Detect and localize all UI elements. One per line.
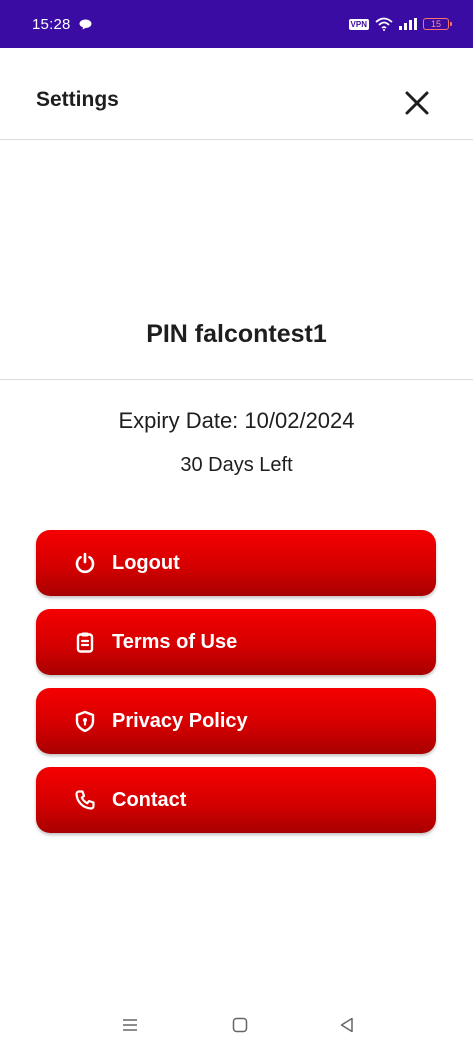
expiry-date: Expiry Date: 10/02/2024 <box>118 408 355 433</box>
clipboard-icon <box>74 631 96 653</box>
contact-label: Contact <box>112 788 187 811</box>
pin-title: PIN falcontest1 <box>146 320 327 348</box>
days-left: 30 Days Left <box>180 454 293 476</box>
home-icon[interactable] <box>229 1014 251 1036</box>
wifi-icon <box>375 17 393 31</box>
system-nav-bar <box>0 1000 473 1050</box>
divider <box>0 379 473 380</box>
chat-notification-icon <box>79 19 92 29</box>
contact-button[interactable]: Contact <box>36 767 436 833</box>
shield-icon <box>74 710 96 732</box>
battery-level: 15 <box>430 18 441 29</box>
power-icon <box>74 552 96 574</box>
signal-icon <box>399 18 417 30</box>
page-title: Settings <box>36 88 119 111</box>
status-icons: VPN 15 <box>348 0 452 48</box>
battery-icon: 15 <box>423 18 452 30</box>
menu-icon[interactable] <box>119 1014 141 1036</box>
back-icon[interactable] <box>336 1014 358 1036</box>
vpn-badge: VPN <box>348 18 369 30</box>
logout-label: Logout <box>112 551 180 574</box>
close-icon[interactable] <box>400 86 434 120</box>
phone-icon <box>74 789 96 811</box>
settings-screen: 15:28 VPN 15 Settings PIN falcontest1 Ex… <box>0 0 473 1050</box>
privacy-policy-label: Privacy Policy <box>112 709 248 732</box>
terms-of-use-label: Terms of Use <box>112 630 238 653</box>
app-header: Settings <box>0 48 473 140</box>
terms-of-use-button[interactable]: Terms of Use <box>36 609 436 675</box>
logout-button[interactable]: Logout <box>36 530 436 596</box>
status-bar: 15:28 VPN 15 <box>0 0 473 48</box>
status-time: 15:28 <box>32 15 71 33</box>
privacy-policy-button[interactable]: Privacy Policy <box>36 688 436 754</box>
